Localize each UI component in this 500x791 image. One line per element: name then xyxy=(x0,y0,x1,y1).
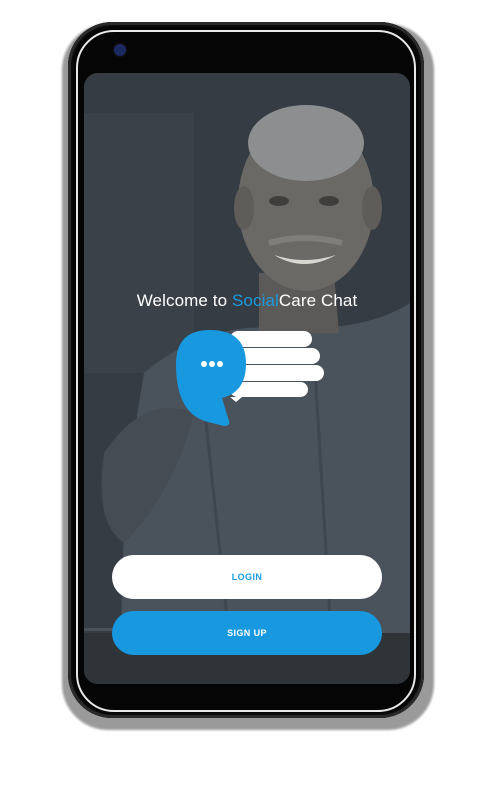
welcome-title: Welcome to SocialCare Chat xyxy=(84,291,410,311)
speech-bubble-logo-icon xyxy=(176,330,324,426)
app-screen: Welcome to SocialCare Chat LOGIN SIGN UP xyxy=(84,73,410,684)
camera-icon xyxy=(114,44,126,56)
login-button[interactable]: LOGIN xyxy=(112,555,382,599)
brand-accent: Social xyxy=(231,291,279,310)
signup-button[interactable]: SIGN UP xyxy=(112,611,382,655)
welcome-prefix: Welcome to xyxy=(136,291,232,310)
brand-rest: Care Chat xyxy=(278,291,358,310)
